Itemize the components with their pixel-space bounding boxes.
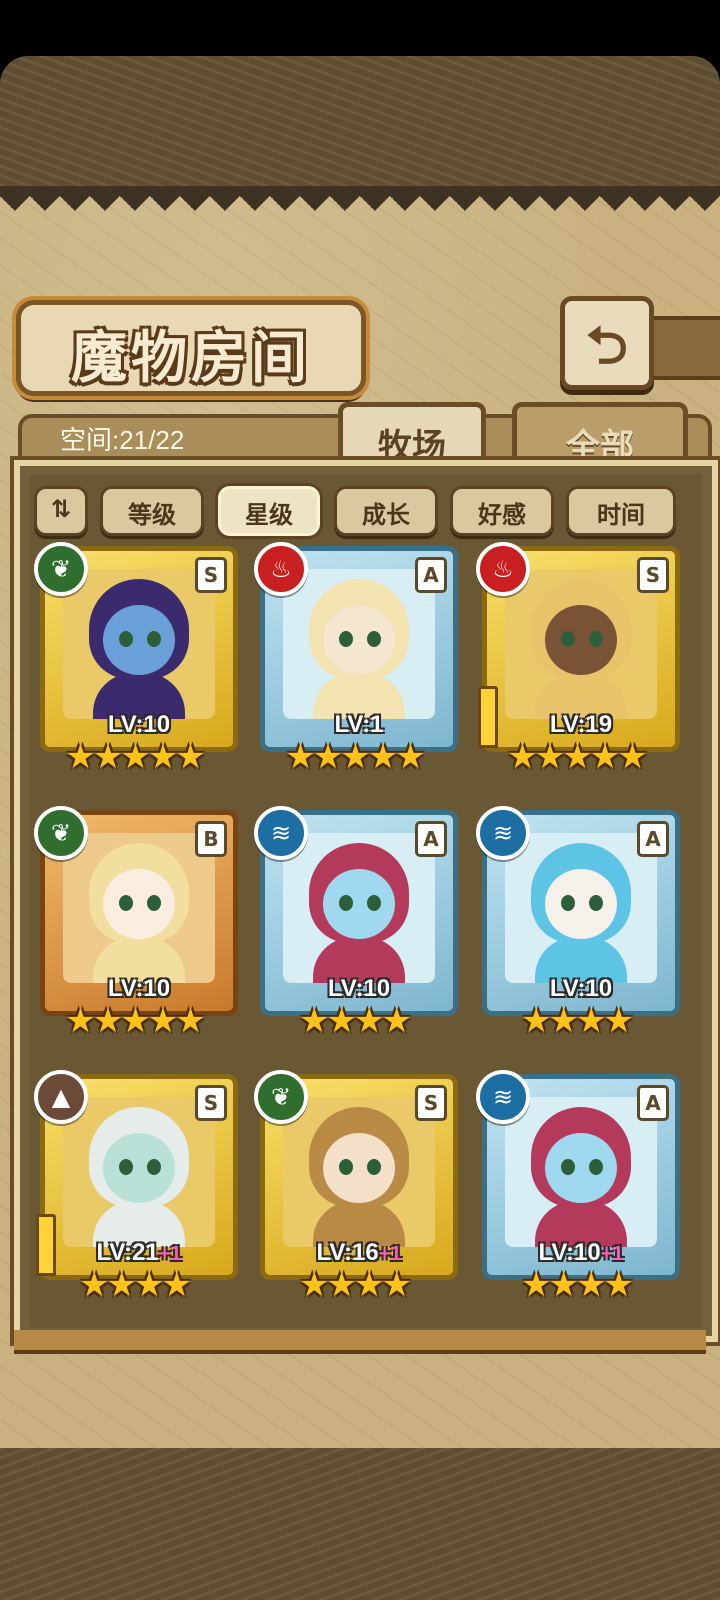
monster-portrait	[505, 1097, 657, 1247]
rank-badge: A	[415, 557, 447, 593]
star-rating: ★★★★	[299, 1265, 412, 1305]
sort-order-button[interactable]: ⇅	[34, 486, 88, 536]
monster-card[interactable]: S LV:10 ❦ ★★★★★	[34, 542, 238, 774]
monster-card[interactable]: B LV:10 ❦ ★★★★★	[34, 806, 238, 1038]
grass-element-icon: ❦	[254, 1070, 308, 1124]
bottom-border	[0, 1448, 720, 1600]
star-rating: ★★★★★	[65, 1001, 205, 1041]
back-arrow-icon: ⮌	[586, 316, 628, 376]
monster-portrait	[505, 833, 657, 983]
sort-star-label: 星级	[245, 501, 293, 529]
star-rating: ★★★★	[521, 1265, 634, 1305]
star-rating: ★★★★	[299, 1001, 412, 1041]
sort-level-button[interactable]: 等级	[100, 486, 204, 536]
monster-portrait	[63, 1097, 215, 1247]
monster-portrait	[283, 833, 435, 983]
sort-star-button[interactable]: 星级	[218, 486, 320, 536]
earth-element-icon: ▲	[34, 1070, 88, 1124]
rank-badge: S	[415, 1085, 447, 1121]
page-title: 魔物房间	[71, 326, 311, 391]
sword-icon	[36, 1214, 56, 1276]
water-element-icon: ≋	[476, 806, 530, 860]
level-label: LV:10	[549, 975, 613, 1002]
rank-badge: A	[415, 821, 447, 857]
monster-portrait	[63, 569, 215, 719]
level-label: LV:19	[549, 711, 613, 738]
level-label: LV:16+1	[316, 1239, 402, 1266]
sort-time-button[interactable]: 时间	[566, 486, 676, 536]
water-element-icon: ≋	[254, 806, 308, 860]
sort-growth-button[interactable]: 成长	[334, 486, 438, 536]
rank-badge: B	[195, 821, 227, 857]
star-rating: ★★★★★	[285, 737, 425, 777]
monster-card[interactable]: S LV:19 ♨ ★★★★★	[476, 542, 680, 774]
zigzag-border-bottom	[0, 1420, 720, 1450]
water-element-icon: ≋	[476, 1070, 530, 1124]
rank-badge: A	[637, 821, 669, 857]
level-label: LV:1	[334, 711, 384, 738]
top-border	[0, 56, 720, 196]
rank-badge: S	[195, 1085, 227, 1121]
rank-badge: A	[637, 1085, 669, 1121]
sort-level-label: 等级	[128, 501, 176, 529]
rank-badge: S	[195, 557, 227, 593]
zigzag-border-top	[0, 196, 720, 226]
level-label: LV:10	[107, 975, 171, 1002]
panel-ledge	[14, 1330, 706, 1354]
monster-card[interactable]: S LV:16+1 ❦ ★★★★	[254, 1070, 458, 1302]
sword-icon	[478, 686, 498, 748]
sort-affection-button[interactable]: 好感	[450, 486, 554, 536]
sort-time-label: 时间	[597, 501, 645, 529]
monster-card[interactable]: S LV:21+1 ▲ ★★★★	[34, 1070, 238, 1302]
level-label: LV:10	[327, 975, 391, 1002]
star-rating: ★★★★	[79, 1265, 192, 1305]
sort-affection-label: 好感	[478, 501, 526, 529]
grass-element-icon: ❦	[34, 542, 88, 596]
sort-order-icon: ⇅	[50, 495, 72, 523]
space-capacity: 空间:21/22	[60, 425, 185, 455]
monster-card[interactable]: A LV:10 ≋ ★★★★	[476, 806, 680, 1038]
star-rating: ★★★★	[521, 1001, 634, 1041]
sort-growth-label: 成长	[362, 501, 410, 529]
star-rating: ★★★★★	[507, 737, 647, 777]
grass-element-icon: ❦	[34, 806, 88, 860]
monster-portrait	[63, 833, 215, 983]
back-button[interactable]: ⮌	[560, 296, 654, 390]
screen: 魔物房间 ⮌ 空间:21/22 牧场 全部 ⇅ 等级 星级 成长 好感 时间 S…	[0, 0, 720, 1600]
star-rating: ★★★★★	[65, 737, 205, 777]
level-label: LV:21+1	[96, 1239, 182, 1266]
rank-badge: S	[637, 557, 669, 593]
monster-card[interactable]: A LV:10+1 ≋ ★★★★	[476, 1070, 680, 1302]
title-plate: 魔物房间	[16, 300, 366, 396]
monster-card[interactable]: A LV:10 ≋ ★★★★	[254, 806, 458, 1038]
monster-portrait	[505, 569, 657, 719]
fire-element-icon: ♨	[254, 542, 308, 596]
monster-portrait	[283, 1097, 435, 1247]
level-label: LV:10	[107, 711, 171, 738]
level-label: LV:10+1	[538, 1239, 624, 1266]
monster-portrait	[283, 569, 435, 719]
monster-card[interactable]: A LV:1 ♨ ★★★★★	[254, 542, 458, 774]
fire-element-icon: ♨	[476, 542, 530, 596]
